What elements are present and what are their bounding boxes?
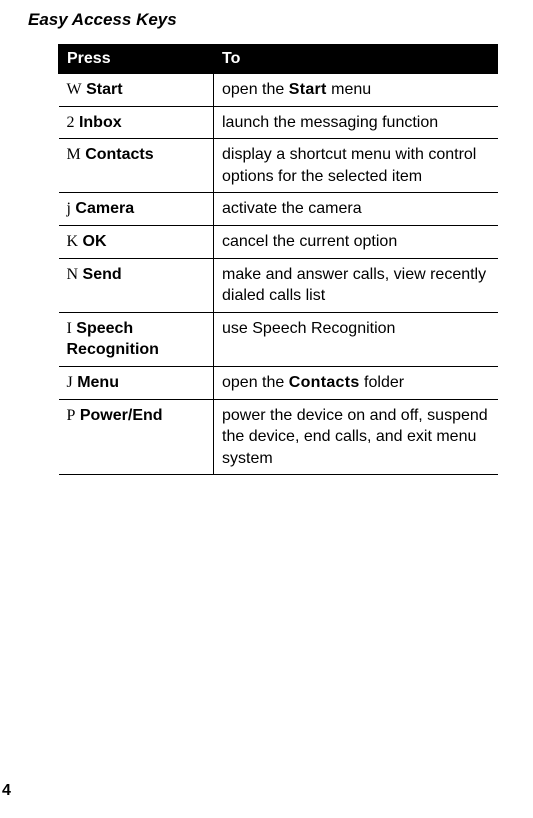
press-cell: I Speech Recognition	[59, 312, 214, 366]
press-cell: W Start	[59, 74, 214, 107]
table-row: N Sendmake and answer calls, view recent…	[59, 258, 498, 312]
header-to: To	[214, 45, 498, 74]
to-cell: make and answer calls, view recently dia…	[214, 258, 498, 312]
press-cell: P Power/End	[59, 399, 214, 475]
to-cell: power the device on and off, suspend the…	[214, 399, 498, 475]
table-row: M Contactsdisplay a shortcut menu with c…	[59, 139, 498, 193]
key-name: Start	[86, 81, 122, 98]
to-text: activate the camera	[222, 200, 362, 217]
table-row: K OK cancel the current option	[59, 225, 498, 258]
key-prefix: M	[67, 146, 81, 163]
table-row: P Power/Endpower the device on and off, …	[59, 399, 498, 475]
key-name: Camera	[75, 200, 134, 217]
key-name: OK	[83, 233, 107, 250]
table-row: j Camera activate the camera	[59, 193, 498, 226]
press-cell: M Contacts	[59, 139, 214, 193]
press-cell: N Send	[59, 258, 214, 312]
to-text: menu	[327, 81, 371, 98]
table-row: I Speech Recognition use Speech Recogniti…	[59, 312, 498, 366]
press-cell: j Camera	[59, 193, 214, 226]
key-prefix: P	[67, 407, 76, 424]
to-cell: launch the messaging function	[214, 106, 498, 139]
press-cell: K OK	[59, 225, 214, 258]
to-cell: activate the camera	[214, 193, 498, 226]
header-press: Press	[59, 45, 214, 74]
press-cell: 2 Inbox	[59, 106, 214, 139]
keys-table: Press To W Startopen the Start menu2 Inb…	[58, 44, 498, 475]
table-row: 2 Inbox launch the messaging function	[59, 106, 498, 139]
page-number: 4	[2, 782, 11, 800]
key-name: Speech Recognition	[67, 320, 159, 359]
key-name: Menu	[77, 374, 119, 391]
to-text: power the device on and off, suspend the…	[222, 407, 488, 467]
key-name: Send	[83, 266, 122, 283]
to-text: folder	[360, 374, 404, 391]
key-name: Power/End	[80, 407, 163, 424]
to-text: make and answer calls, view recently dia…	[222, 266, 486, 305]
to-text: open the	[222, 374, 289, 391]
ui-label: Contacts	[289, 374, 360, 391]
to-text: cancel the current option	[222, 233, 397, 250]
press-cell: J Menu	[59, 366, 214, 399]
section-title: Easy Access Keys	[28, 10, 503, 30]
table-row: J Menuopen the Contacts folder	[59, 366, 498, 399]
key-prefix: j	[67, 200, 71, 217]
keys-table-wrapper: Press To W Startopen the Start menu2 Inb…	[58, 44, 503, 475]
key-name: Inbox	[79, 114, 122, 131]
key-name: Contacts	[85, 146, 153, 163]
to-cell: open the Start menu	[214, 74, 498, 107]
to-cell: use Speech Recognition	[214, 312, 498, 366]
key-prefix: I	[67, 320, 72, 337]
to-cell: cancel the current option	[214, 225, 498, 258]
table-row: W Startopen the Start menu	[59, 74, 498, 107]
to-text: open the	[222, 81, 289, 98]
key-prefix: W	[67, 81, 82, 98]
key-prefix: K	[67, 233, 79, 250]
to-text: use Speech Recognition	[222, 320, 395, 337]
ui-label: Start	[289, 81, 327, 98]
to-text: launch the messaging function	[222, 114, 438, 131]
key-prefix: N	[67, 266, 79, 283]
to-cell: open the Contacts folder	[214, 366, 498, 399]
to-text: display a shortcut menu with control opt…	[222, 146, 476, 185]
key-prefix: 2	[67, 114, 75, 131]
key-prefix: J	[67, 374, 73, 391]
to-cell: display a shortcut menu with control opt…	[214, 139, 498, 193]
